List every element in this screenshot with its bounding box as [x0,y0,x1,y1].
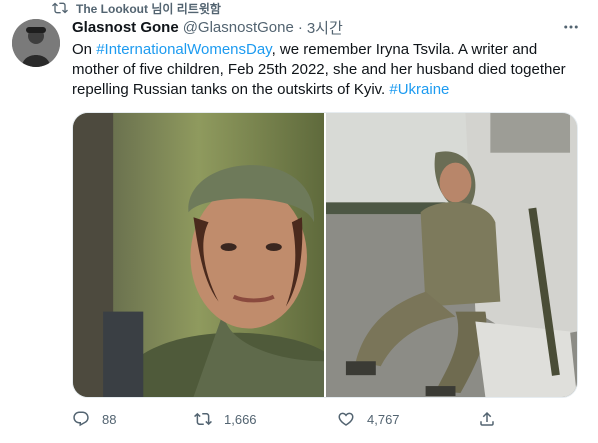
more-icon [564,25,578,29]
share-button[interactable] [478,405,496,433]
tweet-header: Glasnost Gone @GlasnostGone · 3시간 [72,17,343,37]
retweet-icon [194,412,212,426]
display-name[interactable]: Glasnost Gone [72,19,179,36]
retweet-indicator[interactable]: The Lookout 님이 리트윗함 [52,0,221,16]
hashtag-international-womens-day[interactable]: #InternationalWomensDay [96,41,271,58]
like-button[interactable]: 4,767 [337,405,400,433]
photo-portrait[interactable] [73,113,324,397]
more-button[interactable] [560,16,582,38]
reply-button[interactable]: 88 [72,405,116,433]
action-bar: 88 1,666 4,767 [72,405,512,433]
reply-icon [73,411,89,427]
media-grid [72,112,578,398]
share-icon [480,411,494,426]
retweet-icon [52,2,68,14]
separator-dot: · [297,18,303,36]
tweet-text: On #InternationalWomensDay, we remember … [72,40,584,100]
heart-icon [338,412,354,426]
retweet-label: The Lookout 님이 리트윗함 [76,1,221,16]
retweet-count: 1,666 [224,411,257,427]
retweet-button[interactable]: 1,666 [194,405,257,433]
tweet-time[interactable]: 3시간 [307,17,343,38]
photo-seated-soldier[interactable] [326,113,577,397]
hashtag-ukraine[interactable]: #Ukraine [389,81,449,98]
text-part-1: On [72,41,97,58]
like-count: 4,767 [367,411,400,427]
avatar[interactable] [12,19,60,67]
user-handle[interactable]: @GlasnostGone [183,19,294,36]
reply-count: 88 [102,411,117,427]
